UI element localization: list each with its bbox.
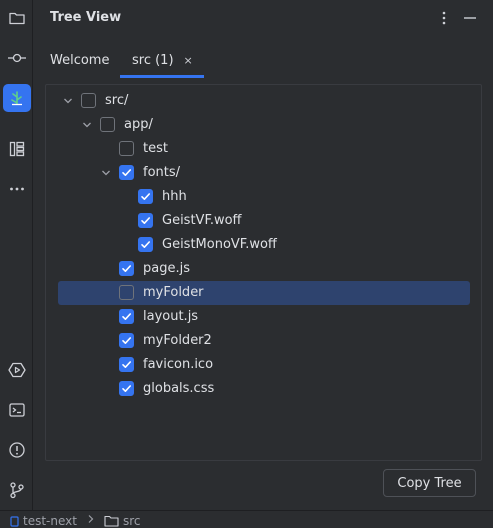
tree-item-label: page.js — [143, 261, 190, 276]
tree-row[interactable]: app/ — [46, 113, 481, 137]
terminal-icon — [9, 403, 25, 417]
checkmark-icon — [122, 337, 131, 344]
tree-checkbox[interactable] — [119, 285, 134, 300]
folder-icon — [9, 12, 25, 25]
tree-checkbox[interactable] — [119, 381, 134, 396]
structure-icon — [9, 141, 25, 157]
tree-checkbox[interactable] — [119, 141, 134, 156]
tree-view-panel: Tree View Welcome src (1) × src/app/test… — [34, 0, 493, 510]
tree-view-tool-button[interactable] — [3, 84, 31, 112]
run-icon — [8, 362, 26, 378]
tab-label: Welcome — [50, 52, 110, 68]
tree-row[interactable]: GeistVF.woff — [46, 209, 481, 233]
checkmark-icon — [141, 217, 150, 224]
tab-bar: Welcome src (1) × — [34, 42, 493, 78]
tree-checkbox[interactable] — [138, 189, 153, 204]
tree-row[interactable]: layout.js — [46, 305, 481, 329]
tree-checkbox[interactable] — [119, 165, 134, 180]
tree-row[interactable]: myFolder — [58, 281, 470, 305]
panel-title: Tree View — [50, 10, 122, 25]
tree-checkbox[interactable] — [119, 333, 134, 348]
tree-row[interactable]: src/ — [46, 89, 481, 113]
folder-name: src — [123, 514, 141, 528]
minimize-icon[interactable] — [462, 10, 478, 26]
tree-item-label: myFolder — [143, 285, 204, 300]
tree-item-label: test — [143, 141, 168, 156]
tree-item-label: layout.js — [143, 309, 199, 324]
active-tab-indicator — [120, 75, 204, 78]
tree-checkbox[interactable] — [119, 261, 134, 276]
chevron-down-icon[interactable] — [100, 167, 112, 179]
project-name: test-next — [23, 514, 77, 528]
commit-tool-button[interactable] — [3, 44, 31, 72]
more-icon — [10, 187, 24, 191]
tree-item-label: src/ — [105, 93, 129, 108]
problems-tool-button[interactable] — [3, 436, 31, 464]
tree-item-label: GeistVF.woff — [162, 213, 242, 228]
more-tools-button[interactable] — [3, 175, 31, 203]
kebab-menu-icon[interactable] — [436, 10, 452, 26]
tree-item-label: app/ — [124, 117, 153, 132]
file-tree: src/app/test fonts/hhh GeistVF.woff GeistMo… — [45, 84, 482, 461]
chevron-down-icon[interactable] — [62, 95, 74, 107]
run-tool-button[interactable] — [3, 356, 31, 384]
tree-row[interactable]: hhh — [46, 185, 481, 209]
tree-row[interactable]: test — [46, 137, 481, 161]
chevron-down-icon[interactable] — [81, 119, 93, 131]
tree-row[interactable]: myFolder2 — [46, 329, 481, 353]
breadcrumb-folder[interactable]: src — [104, 514, 141, 528]
tree-checkbox[interactable] — [100, 117, 115, 132]
commit-icon — [8, 53, 26, 63]
tool-window-strip — [0, 0, 33, 510]
folder-icon — [104, 515, 119, 527]
git-tool-button[interactable] — [3, 476, 31, 504]
problems-icon — [9, 442, 25, 458]
tree-item-label: fonts/ — [143, 165, 181, 180]
tree-row[interactable]: fonts/ — [46, 161, 481, 185]
checkmark-icon — [122, 265, 131, 272]
status-bar: test-next src — [0, 510, 493, 528]
breadcrumb-project[interactable]: test-next — [10, 514, 77, 528]
tree-item-label: globals.css — [143, 381, 215, 396]
tree-item-label: myFolder2 — [143, 333, 212, 348]
chevron-right-icon — [88, 515, 94, 523]
tree-checkbox[interactable] — [119, 357, 134, 372]
tree-checkbox[interactable] — [138, 237, 153, 252]
tree-view-icon — [11, 91, 22, 106]
module-icon — [10, 515, 19, 527]
checkmark-icon — [122, 385, 131, 392]
checkmark-icon — [122, 313, 131, 320]
tree-row[interactable]: favicon.ico — [46, 353, 481, 377]
tree-item-label: favicon.ico — [143, 357, 214, 372]
breadcrumb-separator — [86, 514, 96, 524]
tree-item-label: hhh — [162, 189, 187, 204]
tab-src[interactable]: src (1) × — [120, 42, 204, 78]
panel-header: Tree View — [34, 0, 493, 36]
tree-checkbox[interactable] — [81, 93, 96, 108]
tree-item-label: GeistMonoVF.woff — [162, 237, 277, 252]
terminal-tool-button[interactable] — [3, 396, 31, 424]
checkmark-icon — [122, 361, 131, 368]
tab-welcome[interactable]: Welcome — [40, 42, 119, 78]
tree-row[interactable]: page.js — [46, 257, 481, 281]
tab-label: src (1) — [132, 52, 174, 68]
checkmark-icon — [141, 241, 150, 248]
close-icon[interactable]: × — [184, 54, 193, 67]
copy-tree-button[interactable]: Copy Tree — [383, 469, 476, 497]
checkmark-icon — [122, 169, 131, 176]
project-tool-button[interactable] — [3, 4, 31, 32]
tree-row[interactable]: GeistMonoVF.woff — [46, 233, 481, 257]
checkmark-icon — [141, 193, 150, 200]
tree-checkbox[interactable] — [119, 309, 134, 324]
tree-row[interactable]: globals.css — [46, 377, 481, 401]
git-icon — [10, 482, 24, 499]
tree-checkbox[interactable] — [138, 213, 153, 228]
structure-tool-button[interactable] — [3, 135, 31, 163]
